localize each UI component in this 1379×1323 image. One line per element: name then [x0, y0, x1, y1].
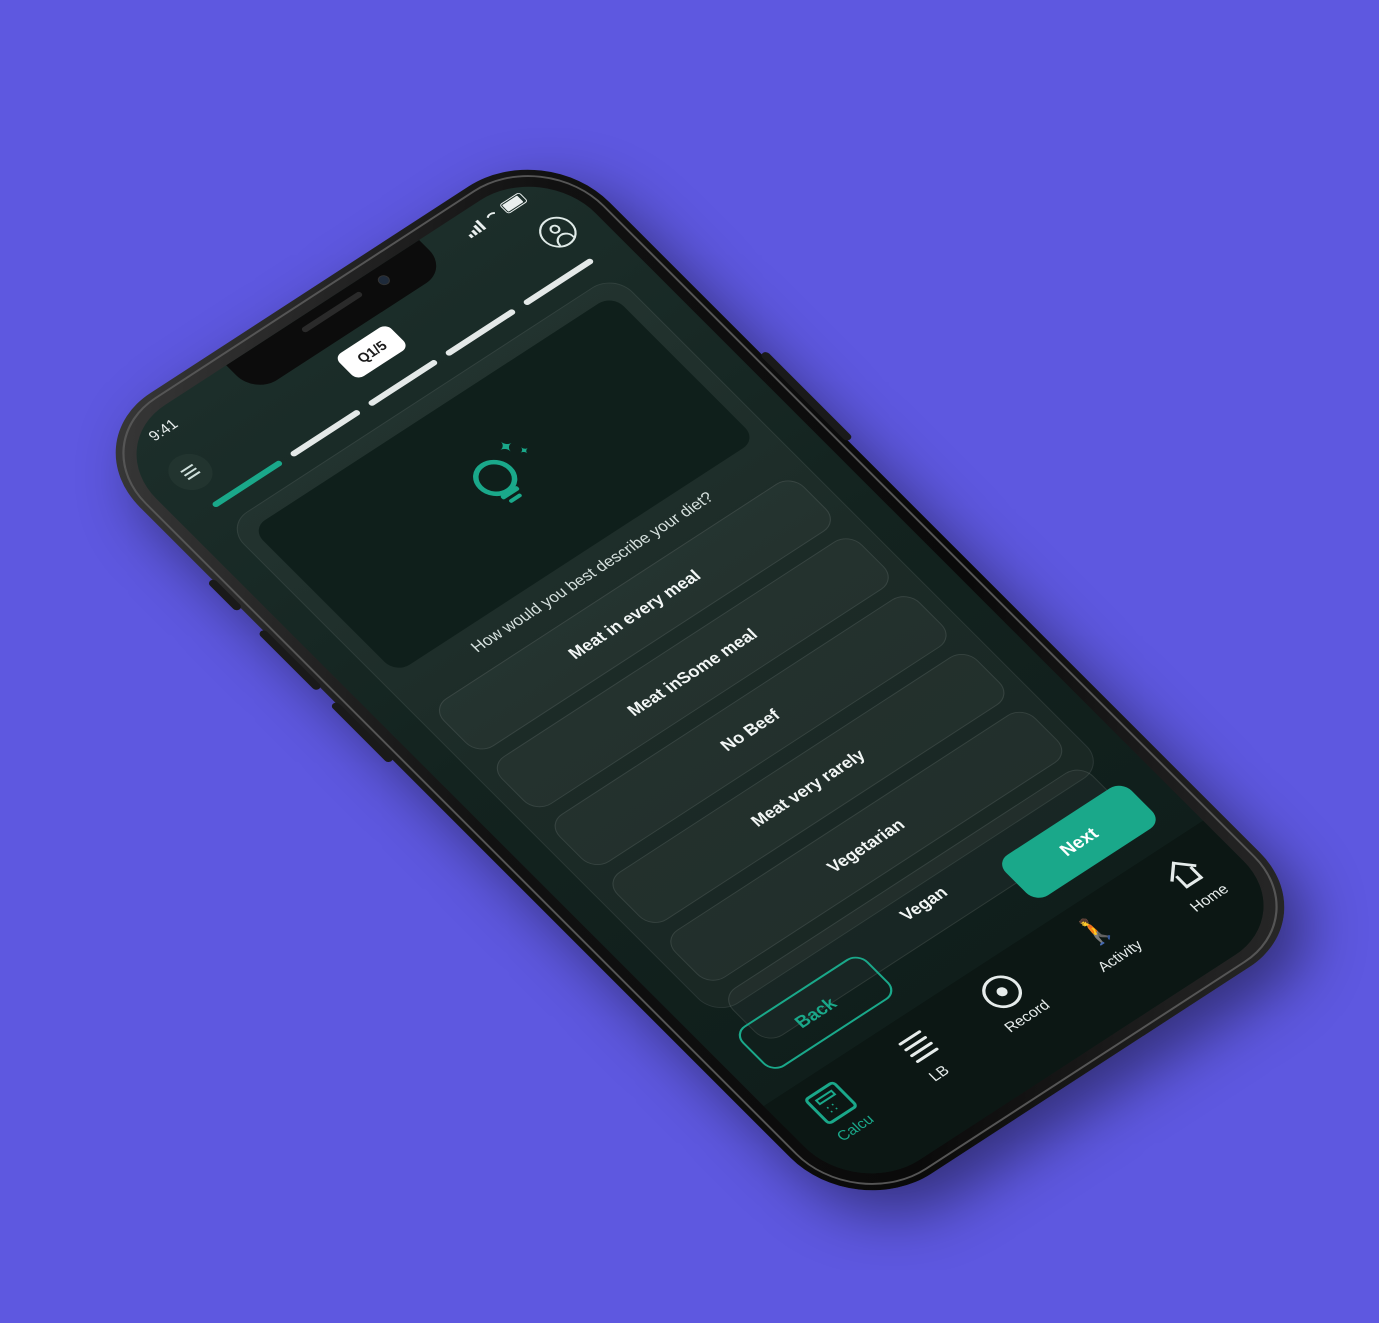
- tab-record[interactable]: Record: [969, 965, 1054, 1036]
- tab-home[interactable]: Home: [1155, 849, 1233, 915]
- tab-lb[interactable]: LB: [886, 1026, 960, 1090]
- leaderboard-icon: [886, 1026, 942, 1072]
- tab-calcu[interactable]: Calcu: [802, 1080, 878, 1145]
- profile-icon[interactable]: [531, 210, 585, 254]
- status-time: 9:41: [145, 416, 182, 445]
- record-icon: [974, 968, 1031, 1015]
- phone-mockup: 9:41 Q1/5 ✦ ✦ How would you best describ…: [74, 137, 1326, 1223]
- wifi-icon: [483, 209, 502, 224]
- lightbulb-idea-icon: ✦ ✦: [453, 436, 555, 527]
- calculator-icon: [802, 1080, 859, 1126]
- marketing-stage: 9:41 Q1/5 ✦ ✦ How would you best describ…: [0, 0, 1379, 1323]
- tab-label: LB: [925, 1062, 954, 1085]
- tab-activity[interactable]: 🚶 Activity: [1062, 905, 1146, 975]
- hamburger-icon: [178, 462, 203, 483]
- menu-button[interactable]: [159, 446, 222, 498]
- signal-icon: [462, 219, 487, 238]
- home-icon: [1156, 850, 1212, 896]
- walking-icon: 🚶: [1067, 908, 1124, 953]
- battery-icon: [498, 191, 529, 215]
